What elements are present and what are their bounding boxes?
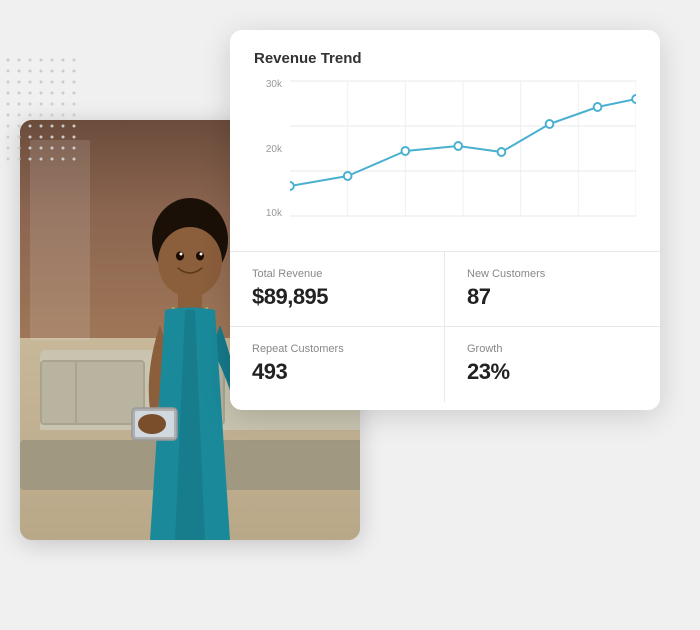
stat-cell-growth: Growth 23% [445, 327, 660, 402]
stat-label-new-customers: New Customers [467, 268, 638, 280]
chart-container: 30k 20k 10k [254, 79, 636, 239]
dot-grid-decoration [0, 55, 80, 170]
stat-value-repeat-customers: 493 [252, 359, 422, 385]
scene: Revenue Trend 30k 20k 10k [0, 0, 700, 630]
y-label-20k: 20k [266, 144, 282, 155]
y-label-10k: 10k [266, 208, 282, 219]
stat-value-total-revenue: $89,895 [252, 284, 422, 310]
stat-label-total-revenue: Total Revenue [252, 268, 422, 280]
stat-value-new-customers: 87 [467, 284, 638, 310]
stat-cell-repeat-customers: Repeat Customers 493 [230, 327, 445, 402]
y-label-30k: 30k [266, 79, 282, 90]
revenue-chart-svg [290, 79, 636, 219]
chart-plot [290, 79, 636, 219]
chart-area: Revenue Trend 30k 20k 10k [230, 30, 660, 252]
stat-cell-total-revenue: Total Revenue $89,895 [230, 252, 445, 327]
y-axis-labels: 30k 20k 10k [254, 79, 286, 219]
window-light [30, 140, 90, 340]
stat-label-growth: Growth [467, 343, 638, 355]
stat-value-growth: 23% [467, 359, 638, 385]
dashboard-card: Revenue Trend 30k 20k 10k [230, 30, 660, 410]
stat-cell-new-customers: New Customers 87 [445, 252, 660, 327]
stat-label-repeat-customers: Repeat Customers [252, 343, 422, 355]
chart-title: Revenue Trend [254, 50, 636, 67]
stats-grid: Total Revenue $89,895 New Customers 87 R… [230, 252, 660, 402]
